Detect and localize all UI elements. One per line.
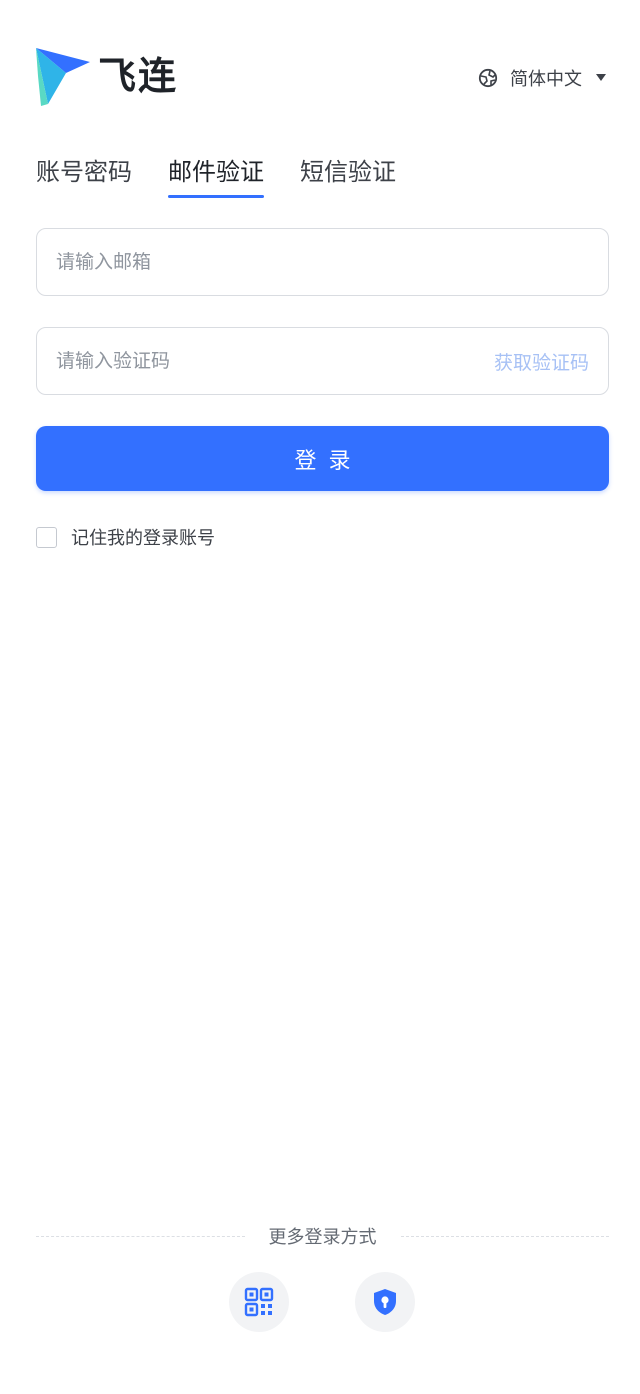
login-button[interactable]: 登录 [36,426,609,491]
shield-keyhole-icon [374,1289,396,1315]
brand-name: 飞连 [98,54,179,98]
get-code-button[interactable]: 获取验证码 [494,348,589,375]
qr-login-button[interactable] [229,1272,289,1332]
more-login-divider: 更多登录方式 [36,1222,609,1250]
email-field-container [36,228,609,296]
remember-account-option[interactable]: 记住我的登录账号 [36,524,215,550]
qr-code-icon [244,1287,274,1317]
remember-label: 记住我的登录账号 [71,528,215,549]
paper-plane-logo-icon [36,48,90,106]
remember-checkbox[interactable] [36,526,57,548]
app-logo: 飞连 [36,46,196,106]
tab-account-password[interactable]: 账号密码 [36,154,132,198]
divider-line-right [400,1235,609,1237]
divider-line-left [36,1235,245,1237]
language-selector[interactable]: 简体中文 [478,64,606,92]
globe-icon [478,68,498,88]
verification-code-input[interactable] [56,350,494,372]
tab-sms-verification[interactable]: 短信验证 [300,154,396,198]
sso-login-button[interactable] [355,1272,415,1332]
caret-down-icon [596,74,606,81]
tab-email-verification[interactable]: 邮件验证 [168,154,264,198]
language-label: 简体中文 [510,69,582,90]
login-method-tabs: 账号密码 邮件验证 短信验证 [36,154,432,198]
email-input[interactable] [56,251,589,273]
code-field-container: 获取验证码 [36,327,609,395]
more-login-label: 更多登录方式 [268,1227,377,1248]
